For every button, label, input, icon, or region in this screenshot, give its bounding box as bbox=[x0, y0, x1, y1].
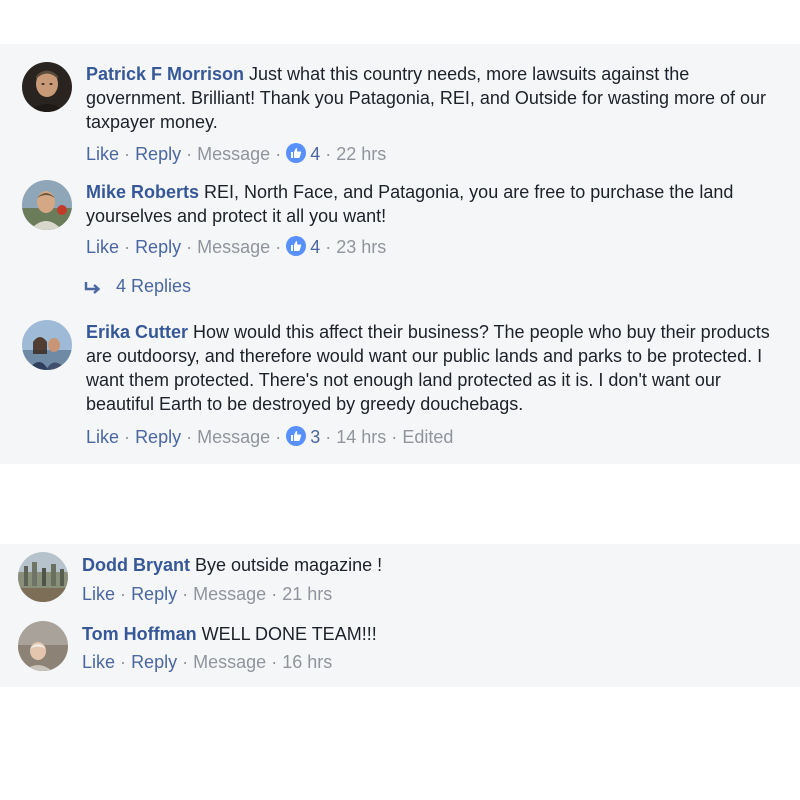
separator: · bbox=[325, 427, 332, 447]
like-count[interactable]: 4 bbox=[310, 237, 320, 257]
comment-actions: Like · Reply · Message · 4 · 23 hrs bbox=[86, 235, 386, 259]
edited-label[interactable]: Edited bbox=[402, 427, 453, 447]
reply-arrow-icon bbox=[84, 277, 102, 301]
avatar[interactable] bbox=[18, 621, 68, 671]
comment-body: Tom Hoffman WELL DONE TEAM!!! bbox=[82, 622, 782, 646]
replies-count[interactable]: 4 Replies bbox=[116, 276, 191, 296]
comment-text: Bye outside magazine ! bbox=[190, 555, 383, 575]
thumbs-up-icon[interactable] bbox=[286, 143, 307, 163]
comment-actions: Like · Reply · Message · 21 hrs bbox=[82, 582, 332, 606]
comment-text: WELL DONE TEAM!!! bbox=[196, 624, 377, 644]
separator: · bbox=[391, 427, 398, 447]
timestamp[interactable]: 21 hrs bbox=[282, 584, 332, 604]
separator: · bbox=[186, 237, 193, 257]
reply-link[interactable]: Reply bbox=[135, 427, 181, 447]
like-link[interactable]: Like bbox=[82, 652, 115, 672]
message-link[interactable]: Message bbox=[193, 652, 266, 672]
timestamp[interactable]: 16 hrs bbox=[282, 652, 332, 672]
author-name[interactable]: Mike Roberts bbox=[86, 182, 199, 202]
separator: · bbox=[186, 144, 193, 164]
reply-link[interactable]: Reply bbox=[131, 584, 177, 604]
separator: · bbox=[325, 144, 332, 164]
separator: · bbox=[275, 144, 282, 164]
author-name[interactable]: Dodd Bryant bbox=[82, 555, 190, 575]
timestamp[interactable]: 14 hrs bbox=[336, 427, 386, 447]
comment-body: Mike Roberts REI, North Face, and Patago… bbox=[86, 180, 786, 228]
separator: · bbox=[325, 237, 332, 257]
reply-link[interactable]: Reply bbox=[135, 237, 181, 257]
like-count[interactable]: 4 bbox=[310, 144, 320, 164]
like-link[interactable]: Like bbox=[86, 144, 119, 164]
separator: · bbox=[275, 427, 282, 447]
comment-actions: Like · Reply · Message · 3 · 14 hrs · Ed… bbox=[86, 425, 453, 449]
like-link[interactable]: Like bbox=[86, 237, 119, 257]
comment-actions: Like · Reply · Message · 4 · 22 hrs bbox=[86, 142, 386, 166]
author-name[interactable]: Patrick F Morrison bbox=[86, 64, 244, 84]
author-name[interactable]: Tom Hoffman bbox=[82, 624, 197, 644]
reply-link[interactable]: Reply bbox=[135, 144, 181, 164]
separator: · bbox=[271, 584, 278, 604]
separator: · bbox=[182, 584, 189, 604]
like-link[interactable]: Like bbox=[82, 584, 115, 604]
separator: · bbox=[120, 652, 127, 672]
comment-actions: Like · Reply · Message · 16 hrs bbox=[82, 650, 332, 674]
separator: · bbox=[275, 237, 282, 257]
comment-body: Dodd Bryant Bye outside magazine ! bbox=[82, 553, 782, 577]
separator: · bbox=[124, 427, 131, 447]
comment-body: Erika Cutter How would this affect their… bbox=[86, 320, 786, 416]
separator: · bbox=[120, 584, 127, 604]
message-link[interactable]: Message bbox=[197, 427, 270, 447]
view-replies-link[interactable]: 4 Replies bbox=[84, 274, 191, 301]
comment-text: How would this affect their business? Th… bbox=[86, 322, 770, 414]
message-link[interactable]: Message bbox=[197, 144, 270, 164]
separator: · bbox=[271, 652, 278, 672]
message-link[interactable]: Message bbox=[193, 584, 266, 604]
avatar[interactable] bbox=[22, 180, 72, 230]
timestamp[interactable]: 23 hrs bbox=[336, 237, 386, 257]
separator: · bbox=[182, 652, 189, 672]
author-name[interactable]: Erika Cutter bbox=[86, 322, 188, 342]
message-link[interactable]: Message bbox=[197, 237, 270, 257]
reply-link[interactable]: Reply bbox=[131, 652, 177, 672]
avatar[interactable] bbox=[22, 320, 72, 370]
comment-body: Patrick F Morrison Just what this countr… bbox=[86, 62, 786, 134]
timestamp[interactable]: 22 hrs bbox=[336, 144, 386, 164]
thumbs-up-icon[interactable] bbox=[286, 426, 307, 446]
like-count[interactable]: 3 bbox=[310, 427, 320, 447]
thumbs-up-icon[interactable] bbox=[286, 236, 307, 256]
separator: · bbox=[124, 144, 131, 164]
separator: · bbox=[186, 427, 193, 447]
separator: · bbox=[124, 237, 131, 257]
avatar[interactable] bbox=[18, 552, 68, 602]
like-link[interactable]: Like bbox=[86, 427, 119, 447]
avatar[interactable] bbox=[22, 62, 72, 112]
